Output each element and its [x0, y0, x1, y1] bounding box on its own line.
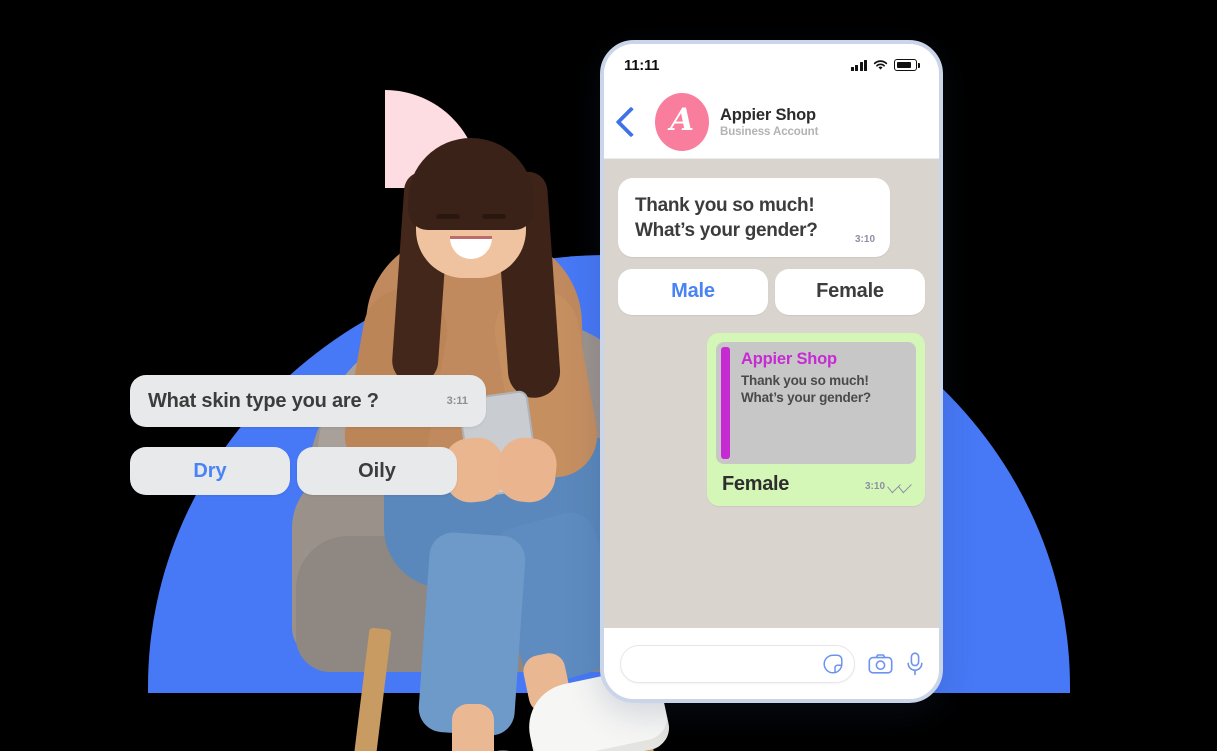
quoted-message-author: Appier Shop — [741, 349, 837, 368]
incoming-message-line-1: Thank you so much! — [635, 195, 815, 216]
status-bar-icons — [850, 59, 920, 71]
back-chevron-icon[interactable] — [615, 106, 647, 138]
read-double-check-icon — [887, 478, 912, 494]
chat-header: A Appier Shop Business Account — [604, 86, 939, 159]
quoted-message[interactable]: Appier Shop Thank you so much! What’s yo… — [716, 341, 916, 464]
avatar: A — [655, 93, 709, 151]
phone-mockup: 11:11 A Appier Shop Business Account Tha… — [600, 40, 943, 703]
incoming-message-line-2: What’s your gender? — [635, 220, 818, 242]
quoted-message-line-1: Thank you so much! — [741, 372, 869, 388]
woman-eye-right — [482, 214, 506, 219]
floating-question-text: What skin type you are ? — [148, 389, 379, 412]
signal-bars-icon — [850, 59, 867, 71]
quick-reply-row: Male Female — [618, 268, 925, 315]
outgoing-message-meta: 3:10 — [864, 478, 912, 496]
quoted-message-line-2: What’s your gender? — [741, 390, 871, 406]
floating-quick-reply-row: Dry Oily — [130, 447, 486, 495]
quote-accent-bar — [721, 346, 730, 459]
chat-contact-subtitle: Business Account — [720, 126, 819, 138]
chat-header-text: Appier Shop Business Account — [720, 106, 818, 138]
microphone-icon[interactable] — [906, 652, 924, 676]
message-input[interactable] — [637, 655, 822, 673]
chat-contact-name: Appier Shop — [720, 106, 816, 124]
battery-icon — [894, 59, 920, 71]
incoming-message-timestamp: 3:10 — [854, 233, 875, 245]
outgoing-message-text: Female — [722, 472, 790, 495]
message-input-wrapper[interactable] — [620, 645, 855, 683]
status-bar-clock: 11:11 — [624, 56, 660, 74]
chat-message-list: Thank you so much! What’s your gender? 3… — [604, 159, 939, 628]
quick-reply-male[interactable]: Male — [618, 268, 768, 315]
quoted-message-content: Appier Shop Thank you so much! What’s yo… — [730, 342, 881, 464]
floating-question-bubble: What skin type you are ? 3:11 — [130, 375, 486, 427]
quick-reply-female[interactable]: Female — [775, 268, 925, 315]
message-input-bar — [604, 628, 939, 699]
floating-chat-overlay: What skin type you are ? 3:11 Dry Oily — [130, 375, 486, 495]
incoming-message-bubble: Thank you so much! What’s your gender? 3… — [618, 178, 890, 257]
outgoing-message-bubble: Appier Shop Thank you so much! What’s yo… — [707, 332, 925, 506]
sticker-icon[interactable] — [822, 653, 844, 675]
wifi-icon — [873, 60, 888, 71]
woman-hair-top — [408, 138, 534, 230]
outgoing-message-footer: Female 3:10 — [716, 464, 916, 500]
hero-illustration: What skin type you are ? 3:11 Dry Oily 1… — [0, 0, 1217, 751]
floating-option-dry[interactable]: Dry — [130, 447, 290, 495]
status-bar: 11:11 — [604, 44, 939, 86]
woman-ankle-lower — [452, 704, 494, 751]
woman-eye-left — [436, 214, 460, 219]
floating-question-timestamp: 3:11 — [446, 395, 468, 407]
floating-option-oily[interactable]: Oily — [297, 447, 457, 495]
outgoing-message-timestamp: 3:10 — [864, 480, 885, 492]
camera-icon[interactable] — [868, 653, 893, 675]
